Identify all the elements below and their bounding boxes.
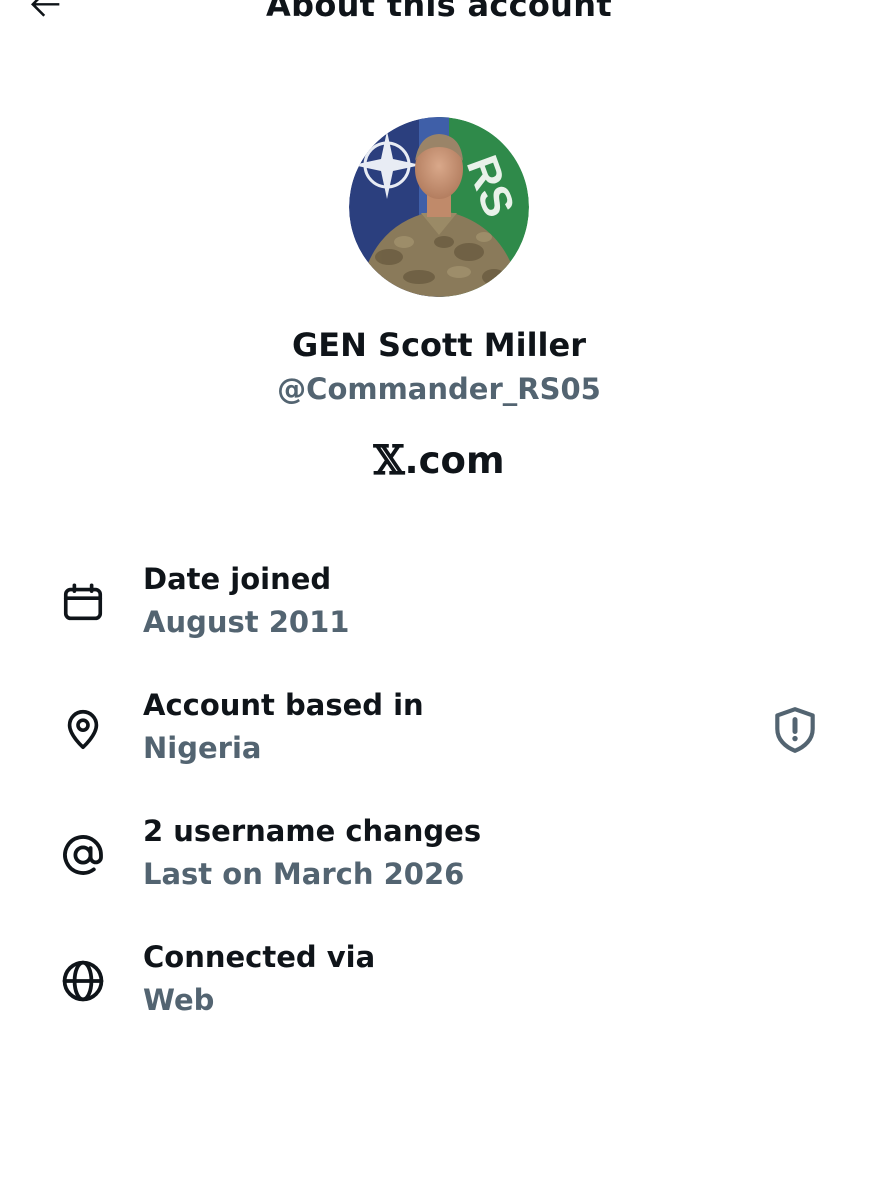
detail-label: Account based in [143,688,424,722]
display-name: GEN Scott Miller [291,326,586,364]
detail-value: August 2011 [143,605,350,639]
platform-domain: .com [404,439,505,482]
avatar[interactable]: RS [349,117,529,297]
platform-label: 𝕏 .com [0,437,878,484]
page-title: About this account [266,0,612,24]
at-sign-icon [58,830,108,880]
detail-value: Web [143,983,215,1017]
shield-alert-icon[interactable] [770,704,820,756]
calendar-icon [58,578,108,628]
location-pin-icon [58,704,108,754]
profile-photo: RS [349,117,529,297]
detail-label: Date joined [143,562,332,596]
detail-label: 2 username changes [143,814,482,848]
detail-label: Connected via [143,940,376,974]
detail-value: Nigeria [143,731,262,765]
detail-row-date-joined: Date joined August 2011 [0,562,878,652]
globe-icon [58,956,108,1006]
detail-row-username-changes: 2 username changes Last on March 2026 [0,814,878,904]
header: About this account [0,0,878,40]
x-logo-icon: 𝕏 [373,437,405,484]
detail-row-account-based-in: Account based in Nigeria [0,688,878,778]
detail-value: Last on March 2026 [143,857,465,891]
detail-row-connected-via: Connected via Web [0,940,878,1030]
username-handle: @Commander_RS05 [277,372,601,406]
